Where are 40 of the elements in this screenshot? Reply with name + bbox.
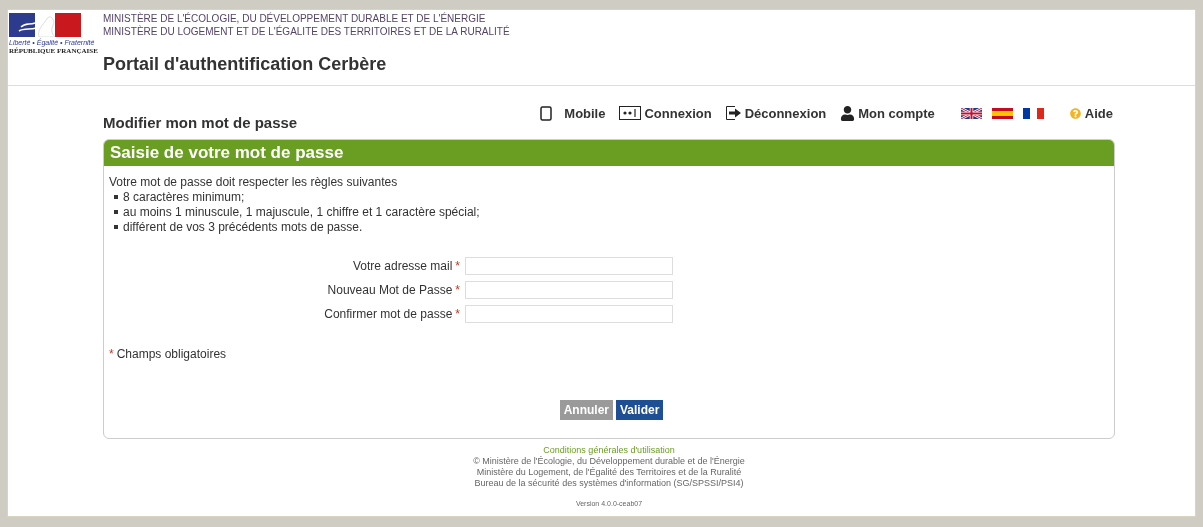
ministry-name: MINISTÈRE DE L'ÉCOLOGIE, DU DÉVELOPPEMENT DURABLE ET DE L'ÉNERGIE (103, 12, 487, 25)
portal-title: Portail d'authentification Cerbère (103, 53, 388, 75)
password-field-icon (619, 106, 642, 121)
input-field[interactable] (465, 280, 673, 299)
french-flag-icon[interactable] (1022, 107, 1044, 119)
required-note: Champs obligatoires (116, 345, 227, 363)
bullet-icon (114, 195, 118, 199)
ministry-name: MINISTÈRE DU LOGEMENT ET DE L'ÉGALITE DES TERRITOIRES ET DE LA RURALITÉ (103, 25, 510, 38)
nav-link[interactable]: Mobile (540, 103, 606, 123)
british-flag-icon[interactable] (960, 107, 982, 119)
panel-title: Saisie de votre mot de passe (110, 141, 344, 164)
footer-text: Ministère du Logement, de l'Égalité des Territoires et de la Ruralité (476, 466, 742, 478)
field-label: Votre adresse mail (352, 257, 453, 275)
bullet-icon (114, 225, 118, 229)
tablet-icon (540, 105, 553, 121)
footer-text: Bureau de la sécurité des systèmes d'information (SG/SPSSI/PSI4) (474, 477, 744, 489)
field-label: Nouveau Mot de Passe (327, 281, 453, 299)
required-mark: * (455, 257, 460, 275)
required-mark: * (455, 305, 460, 323)
footer-text: © Ministère de l'Écologie, du Développement durable et de l'Énergie (473, 455, 745, 467)
input-field[interactable] (465, 256, 673, 275)
rule-text: au moins 1 minuscule, 1 majuscule, 1 chiffre et 1 caractère spécial; (123, 204, 480, 220)
help-icon (1069, 107, 1081, 119)
spanish-flag-icon[interactable] (991, 107, 1013, 119)
help-link[interactable]: Aide (1069, 103, 1113, 123)
input-field[interactable] (465, 304, 673, 323)
required-mark: * (455, 281, 460, 299)
submit-button[interactable]: Valider (616, 399, 664, 420)
required-mark: * (109, 345, 114, 363)
nav-link[interactable]: Déconnexion (725, 103, 827, 123)
bullet-icon (114, 210, 118, 214)
page-title: Modifier mon mot de passe (103, 113, 298, 133)
rule-text: 8 caractères minimum; (123, 189, 245, 205)
exit-arrow-icon (725, 106, 742, 121)
user-icon (840, 105, 856, 121)
nav-link[interactable]: Mon compte (840, 103, 935, 123)
field-label: Confirmer mot de passe (324, 305, 453, 323)
rule-text: différent de vos 3 précédents mots de passe. (123, 219, 363, 235)
nav-link[interactable]: Connexion (619, 103, 712, 123)
rules-intro: Votre mot de passe doit respecter les règles suivantes (109, 174, 399, 190)
